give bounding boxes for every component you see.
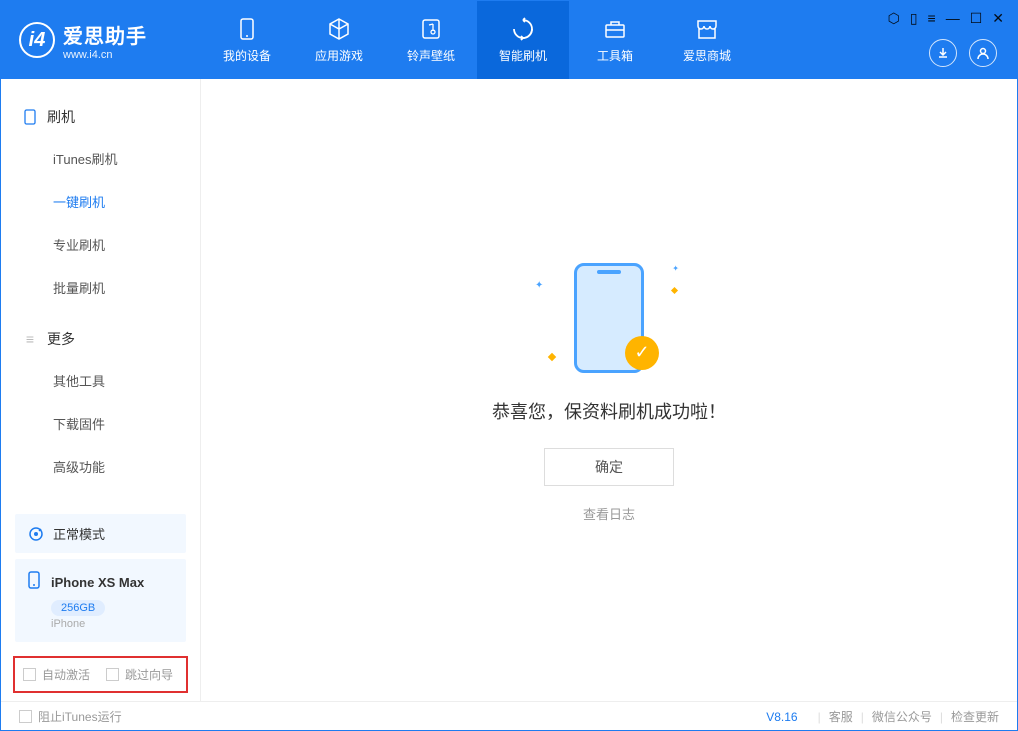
sidebar-item-itunes-flash[interactable]: iTunes刷机: [1, 137, 200, 180]
tab-label: 铃声壁纸: [407, 47, 455, 64]
checkbox-skip-guide[interactable]: 跳过向导: [106, 666, 173, 683]
sidebar-item-oneclick-flash[interactable]: 一键刷机: [1, 180, 200, 223]
shirt-icon[interactable]: ⬡: [888, 10, 900, 27]
app-header: i4 爱思助手 www.i4.cn 我的设备 应用游戏 铃声壁纸 智能刷机 工具…: [1, 1, 1017, 79]
checkbox-icon: [106, 668, 119, 681]
window-controls: ⬡ ▯ ≡ — ☐ ✕: [888, 10, 1004, 27]
sidebar-item-pro-flash[interactable]: 专业刷机: [1, 223, 200, 266]
tab-label: 我的设备: [223, 47, 271, 64]
separator: |: [861, 710, 864, 724]
tab-smart-flash[interactable]: 智能刷机: [477, 1, 569, 79]
device-phone-icon: [27, 571, 41, 594]
section-title: 更多: [47, 329, 75, 349]
version-text: V8.16: [766, 710, 797, 724]
checkbox-block-itunes[interactable]: 阻止iTunes运行: [19, 708, 122, 725]
menu-icon[interactable]: ≡: [928, 10, 936, 27]
tab-label: 应用游戏: [315, 47, 363, 64]
checkbox-label: 跳过向导: [125, 666, 173, 683]
mode-icon: [27, 525, 45, 543]
cube-icon: [327, 17, 351, 41]
minimize-icon[interactable]: —: [946, 10, 960, 27]
confirm-button[interactable]: 确定: [544, 448, 674, 486]
tab-toolbox[interactable]: 工具箱: [569, 1, 661, 79]
maximize-icon[interactable]: ☐: [970, 10, 983, 27]
device-icon: [235, 17, 259, 41]
checkbox-icon: [23, 668, 36, 681]
device-area: 正常模式 iPhone XS Max 256GB iPhone 自动激活 跳过向…: [1, 508, 200, 701]
device-mode-box[interactable]: 正常模式: [15, 514, 186, 553]
tab-ringtones[interactable]: 铃声壁纸: [385, 1, 477, 79]
sidebar-item-batch-flash[interactable]: 批量刷机: [1, 266, 200, 309]
device-name: iPhone XS Max: [51, 575, 144, 590]
check-update-link[interactable]: 检查更新: [951, 708, 999, 725]
sidebar-section-flash: 刷机: [1, 97, 200, 137]
toolbox-icon: [603, 17, 627, 41]
device-info-box[interactable]: iPhone XS Max 256GB iPhone: [15, 559, 186, 642]
sparkle-icon: ✦: [535, 280, 543, 291]
device-mode-text: 正常模式: [53, 524, 105, 543]
section-title: 刷机: [47, 107, 75, 127]
wechat-link[interactable]: 微信公众号: [872, 708, 932, 725]
app-title: 爱思助手: [63, 20, 147, 49]
tab-label: 智能刷机: [499, 47, 547, 64]
phone-icon: [23, 110, 37, 124]
logo-text: 爱思助手 www.i4.cn: [63, 20, 147, 61]
page-icon[interactable]: ▯: [910, 10, 918, 27]
tab-apps-games[interactable]: 应用游戏: [293, 1, 385, 79]
success-illustration: ✦ ✦ ✓: [519, 258, 699, 378]
sidebar-item-download-firmware[interactable]: 下载固件: [1, 402, 200, 445]
checkbox-auto-activate[interactable]: 自动激活: [23, 666, 90, 683]
logo-area: i4 爱思助手 www.i4.cn: [1, 1, 201, 79]
view-log-link[interactable]: 查看日志: [583, 504, 635, 523]
success-message: 恭喜您，保资料刷机成功啦！: [492, 398, 726, 424]
separator: |: [940, 710, 943, 724]
tab-label: 工具箱: [597, 47, 633, 64]
store-icon: [695, 17, 719, 41]
download-button[interactable]: [929, 39, 957, 67]
user-button[interactable]: [969, 39, 997, 67]
app-logo-icon: i4: [19, 22, 55, 58]
sidebar-item-advanced[interactable]: 高级功能: [1, 445, 200, 488]
separator: |: [818, 710, 821, 724]
checkbox-icon: [19, 710, 32, 723]
sidebar-section-more: ≡ 更多: [1, 319, 200, 359]
main-content: ✦ ✦ ✓ 恭喜您，保资料刷机成功啦！ 确定 查看日志: [201, 79, 1017, 701]
sidebar-item-other-tools[interactable]: 其他工具: [1, 359, 200, 402]
sparkle-icon: ✦: [672, 264, 679, 273]
refresh-icon: [511, 17, 535, 41]
options-row-highlighted: 自动激活 跳过向导: [13, 656, 188, 693]
checkbox-label: 自动激活: [42, 666, 90, 683]
checkbox-label: 阻止iTunes运行: [38, 708, 122, 725]
check-badge-icon: ✓: [625, 336, 659, 370]
device-type: iPhone: [51, 618, 174, 630]
list-icon: ≡: [23, 332, 37, 346]
sidebar: 刷机 iTunes刷机 一键刷机 专业刷机 批量刷机 ≡ 更多 其他工具 下载固…: [1, 79, 201, 701]
diamond-icon: [671, 286, 678, 293]
tab-label: 爱思商城: [683, 47, 731, 64]
tab-store[interactable]: 爱思商城: [661, 1, 753, 79]
diamond-icon: [548, 352, 556, 360]
music-icon: [419, 17, 443, 41]
tab-my-device[interactable]: 我的设备: [201, 1, 293, 79]
app-subtitle: www.i4.cn: [63, 49, 147, 61]
storage-badge: 256GB: [51, 600, 105, 616]
customer-service-link[interactable]: 客服: [829, 708, 853, 725]
app-footer: 阻止iTunes运行 V8.16 | 客服 | 微信公众号 | 检查更新: [1, 701, 1017, 731]
app-body: 刷机 iTunes刷机 一键刷机 专业刷机 批量刷机 ≡ 更多 其他工具 下载固…: [1, 79, 1017, 701]
main-tabs: 我的设备 应用游戏 铃声壁纸 智能刷机 工具箱 爱思商城: [201, 1, 753, 79]
footer-right: V8.16 | 客服 | 微信公众号 | 检查更新: [766, 708, 999, 725]
close-icon[interactable]: ✕: [992, 10, 1004, 27]
